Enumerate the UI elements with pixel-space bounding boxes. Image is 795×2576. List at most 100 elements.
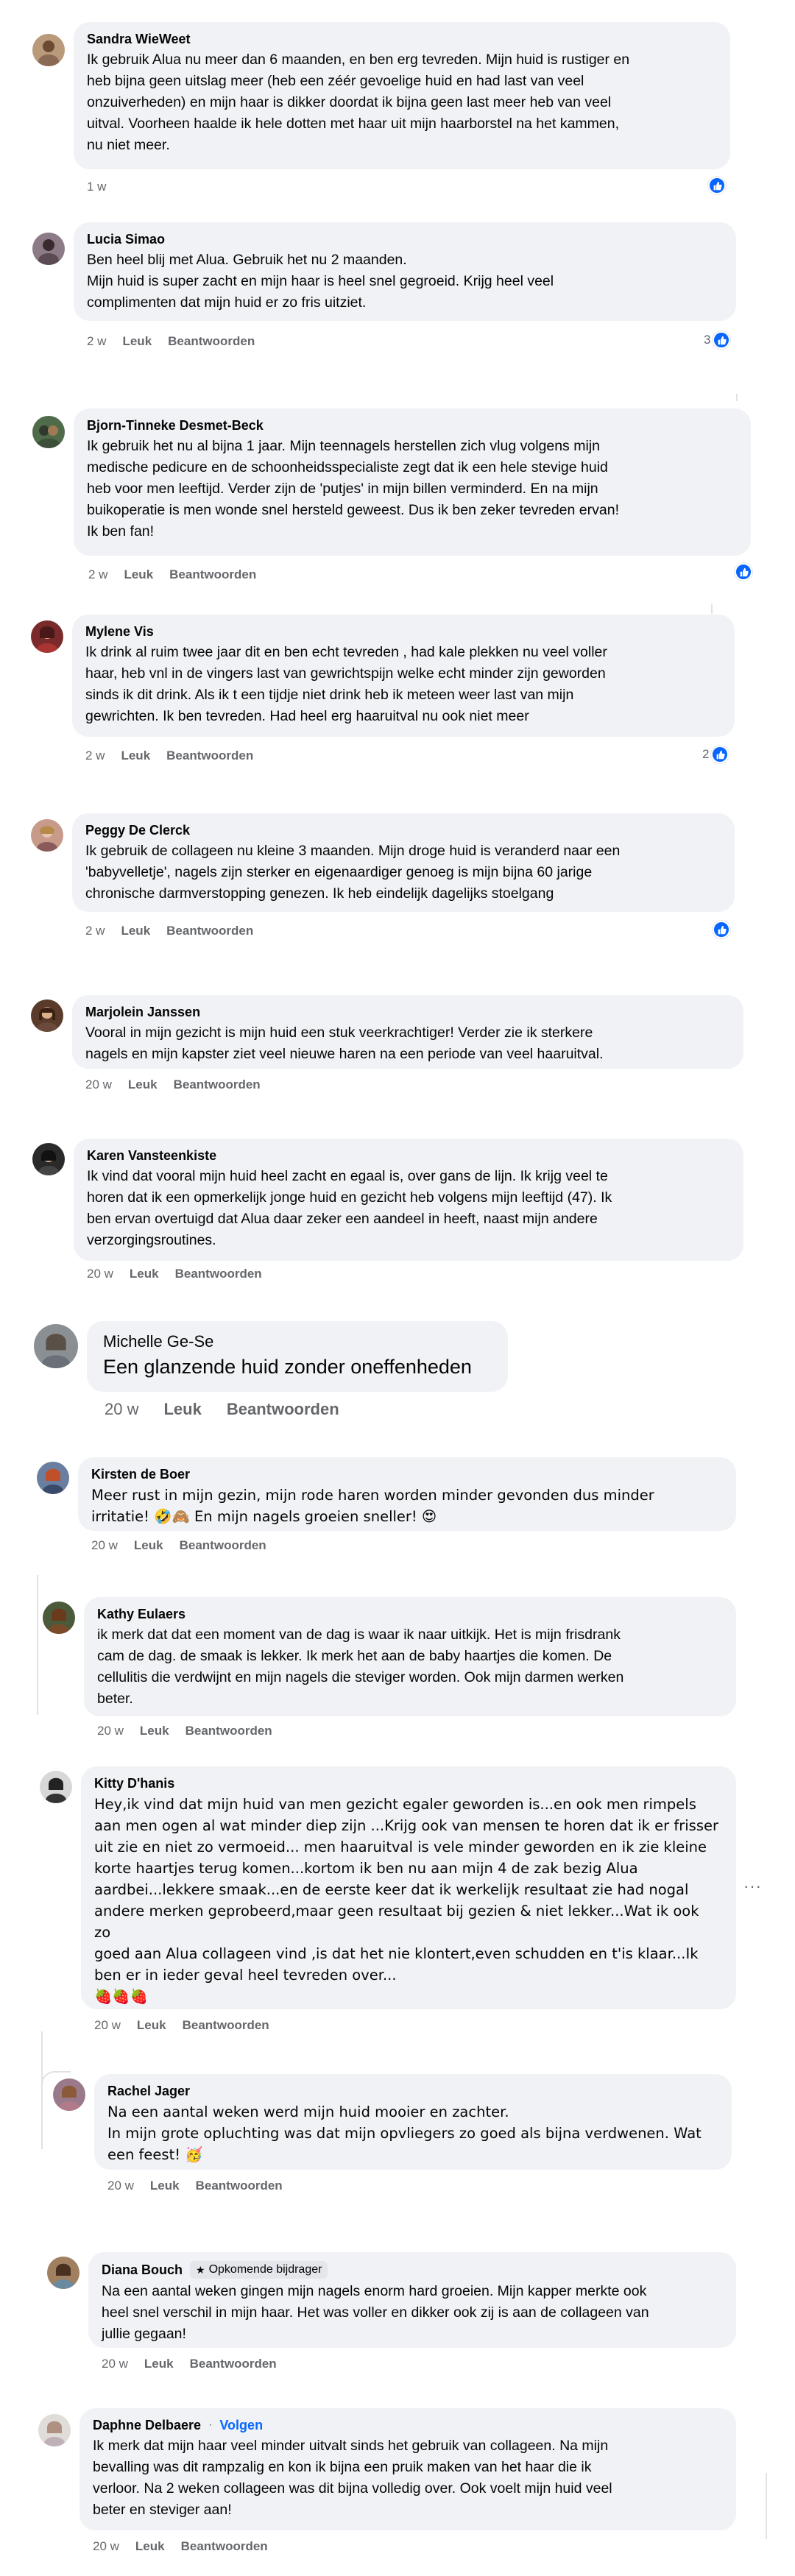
reply-button[interactable]: Beantwoorden — [227, 1401, 339, 1418]
reaction-count: 3 — [704, 333, 711, 347]
reply-button[interactable]: Beantwoorden — [196, 2179, 283, 2193]
author-name[interactable]: Sandra WieWeet — [87, 31, 191, 47]
reaction-summary[interactable]: 2 — [702, 746, 729, 763]
avatar[interactable] — [31, 999, 63, 1032]
reply-button[interactable]: Beantwoorden — [166, 924, 253, 938]
comment-text: Ik merk dat mijn haar veel minder uitval… — [93, 2438, 612, 2518]
more-options-icon[interactable]: ··· — [743, 1877, 762, 1896]
comment-text: Ik gebruik de collageen nu kleine 3 maan… — [85, 843, 621, 902]
reply-button[interactable]: Beantwoorden — [169, 567, 256, 582]
timestamp[interactable]: 20 w — [85, 1078, 112, 1092]
timestamp[interactable]: 20 w — [102, 2357, 128, 2371]
reply-button[interactable]: Beantwoorden — [186, 1724, 272, 1738]
badge-label: Opkomende bijdrager — [208, 2263, 322, 2276]
reply-button[interactable]: Beantwoorden — [183, 2018, 269, 2033]
author-name[interactable]: Mylene Vis — [85, 623, 154, 640]
reply-button[interactable]: Beantwoorden — [166, 749, 253, 763]
comment-actions: 1 w — [87, 180, 106, 194]
author-name[interactable]: Diana Bouch — [102, 2262, 183, 2278]
reply-button[interactable]: Beantwoorden — [190, 2357, 277, 2371]
thumbs-up-icon — [711, 746, 729, 763]
follow-button[interactable]: Volgen — [219, 2418, 263, 2433]
timestamp[interactable]: 20 w — [93, 2539, 119, 2554]
thread-line — [711, 604, 713, 614]
author-name[interactable]: Kitty D'hanis — [94, 1775, 174, 1791]
reply-button[interactable]: Beantwoorden — [181, 2539, 268, 2554]
comment-text: Na een aantal weken werd mijn huid mooie… — [107, 2103, 702, 2163]
avatar[interactable] — [32, 34, 65, 66]
author-name[interactable]: Daphne Delbaere — [93, 2417, 201, 2433]
like-button[interactable]: Leuk — [124, 567, 153, 582]
comment-text: Ik gebruik Alua nu meer dan 6 maanden, e… — [87, 52, 630, 153]
author-name[interactable]: Kirsten de Boer — [91, 1466, 190, 1482]
timestamp[interactable]: 2 w — [85, 749, 105, 763]
contributor-badge: ★ Opkomende bijdrager — [190, 2261, 328, 2279]
like-button[interactable]: Leuk — [135, 2539, 165, 2554]
comment-bubble: Karen Vansteenkiste Ik vind dat vooral m… — [74, 1139, 743, 1261]
like-button[interactable]: Leuk — [122, 334, 152, 349]
like-button[interactable]: Leuk — [140, 1724, 169, 1738]
like-button[interactable]: Leuk — [121, 924, 150, 938]
author-name[interactable]: Peggy De Clerck — [85, 822, 190, 838]
comment-actions: 20 w Leuk Beantwoorden — [107, 2179, 283, 2193]
thumbs-up-icon — [713, 921, 730, 938]
avatar[interactable] — [31, 620, 63, 653]
author-name[interactable]: Rachel Jager — [107, 2083, 190, 2099]
like-button[interactable]: Leuk — [144, 2357, 174, 2371]
timestamp[interactable]: 2 w — [87, 334, 106, 349]
star-icon: ★ — [196, 2264, 205, 2276]
avatar[interactable] — [32, 416, 65, 448]
author-name[interactable]: Bjorn-Tinneke Desmet-Beck — [87, 417, 264, 434]
reply-button[interactable]: Beantwoorden — [168, 334, 255, 349]
reaction-summary[interactable] — [708, 177, 726, 194]
author-name[interactable]: Lucia Simao — [87, 231, 165, 247]
comment-actions: 20 w Leuk Beantwoorden — [102, 2357, 277, 2371]
avatar[interactable] — [47, 2257, 80, 2289]
author-name[interactable]: Marjolein Janssen — [85, 1004, 200, 1020]
author-name[interactable]: Karen Vansteenkiste — [87, 1147, 216, 1164]
comment-text: Een glanzende huid zonder oneffenheden — [103, 1356, 472, 1378]
reply-button[interactable]: Beantwoorden — [174, 1078, 261, 1092]
timestamp[interactable]: 20 w — [94, 2018, 121, 2033]
comment-bubble: Daphne Delbaere · Volgen Ik merk dat mij… — [80, 2408, 736, 2530]
comment-text: Na een aantal weken gingen mijn nagels e… — [102, 2283, 649, 2342]
avatar[interactable] — [37, 1462, 69, 1494]
reaction-summary[interactable] — [735, 563, 752, 581]
like-button[interactable]: Leuk — [150, 2179, 180, 2193]
reply-button[interactable]: Beantwoorden — [175, 1267, 262, 1281]
thumbs-up-icon — [713, 331, 731, 349]
avatar[interactable] — [34, 1324, 78, 1368]
avatar[interactable] — [32, 1143, 65, 1175]
avatar[interactable] — [38, 2414, 71, 2446]
reply-button[interactable]: Beantwoorden — [180, 1538, 266, 1553]
timestamp[interactable]: 20 w — [105, 1401, 138, 1418]
avatar[interactable] — [43, 1602, 75, 1634]
reaction-summary[interactable]: 3 — [704, 331, 731, 349]
avatar[interactable] — [32, 233, 65, 265]
like-button[interactable]: Leuk — [121, 749, 150, 763]
like-button[interactable]: Leuk — [163, 1401, 201, 1418]
comment-bubble: Marjolein Janssen Vooral in mijn gezicht… — [72, 995, 743, 1069]
like-button[interactable]: Leuk — [134, 1538, 163, 1553]
comment-actions: 20 w Leuk Beantwoorden — [85, 1078, 261, 1092]
like-button[interactable]: Leuk — [128, 1078, 158, 1092]
timestamp[interactable]: 2 w — [88, 567, 107, 582]
timestamp[interactable]: 20 w — [91, 1538, 118, 1553]
timestamp[interactable]: 20 w — [107, 2179, 134, 2193]
timestamp[interactable]: 1 w — [87, 180, 106, 194]
separator: · — [208, 2418, 213, 2431]
like-button[interactable]: Leuk — [130, 1267, 159, 1281]
timestamp[interactable]: 20 w — [87, 1267, 113, 1281]
avatar[interactable] — [31, 819, 63, 852]
reaction-count: 2 — [702, 747, 710, 761]
comment-actions: 2 w Leuk Beantwoorden — [85, 924, 253, 938]
author-name[interactable]: Kathy Eulaers — [97, 1606, 186, 1622]
timestamp[interactable]: 2 w — [85, 924, 105, 938]
reaction-summary[interactable] — [713, 921, 730, 938]
like-button[interactable]: Leuk — [137, 2018, 166, 2033]
comment-actions: 20 w Leuk Beantwoorden — [105, 1401, 339, 1418]
timestamp[interactable]: 20 w — [97, 1724, 124, 1738]
avatar[interactable] — [53, 2078, 85, 2111]
author-name[interactable]: Michelle Ge-Se — [103, 1331, 213, 1352]
avatar[interactable] — [40, 1771, 72, 1803]
